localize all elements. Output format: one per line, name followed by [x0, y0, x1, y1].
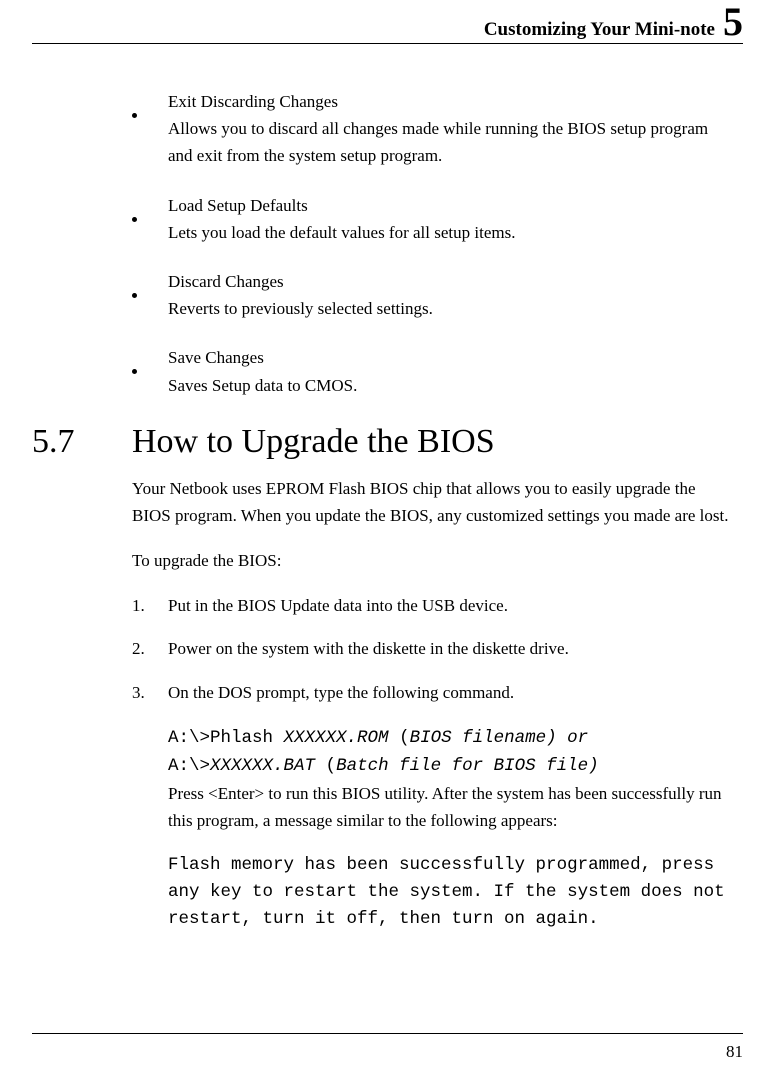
list-item: Exit Discarding Changes Allows you to di… [132, 88, 733, 170]
subheading: To upgrade the BIOS: [132, 547, 733, 574]
cmd-text: Batch file for BIOS file) [336, 756, 599, 776]
cmd-text: A:\> [168, 756, 210, 776]
list-item: Load Setup Defaults Lets you load the de… [132, 192, 733, 246]
bullet-icon [132, 217, 137, 222]
step-item: 2. Power on the system with the diskette… [132, 635, 733, 662]
command-block: A:\>Phlash XXXXXX.ROM (BIOS filename) or… [168, 724, 733, 934]
list-item: Discard Changes Reverts to previously se… [132, 268, 733, 322]
page-header: Customizing Your Mini-note 5 [32, 6, 743, 44]
item-title: Load Setup Defaults [168, 192, 733, 219]
after-command-text: Press <Enter> to run this BIOS utility. … [168, 780, 733, 834]
output-message: Flash memory has been successfully progr… [168, 852, 733, 933]
section-number: 5.7 [32, 423, 132, 461]
bullet-icon [132, 369, 137, 374]
intro-paragraph: Your Netbook uses EPROM Flash BIOS chip … [132, 475, 733, 529]
item-title: Discard Changes [168, 268, 733, 295]
chapter-number: 5 [723, 6, 743, 38]
step-number: 1. [132, 592, 168, 619]
step-number: 3. [132, 679, 168, 706]
item-desc: Saves Setup data to CMOS. [168, 372, 733, 399]
step-text: On the DOS prompt, type the following co… [168, 679, 733, 706]
item-desc: Allows you to discard all changes made w… [168, 115, 733, 169]
bullet-icon [132, 293, 137, 298]
cmd-text: BIOS filename) or [410, 728, 589, 748]
item-desc: Reverts to previously selected settings. [168, 295, 733, 322]
list-item: Save Changes Saves Setup data to CMOS. [132, 344, 733, 398]
cmd-text: XXXXXX.BAT [210, 756, 326, 776]
step-item: 1. Put in the BIOS Update data into the … [132, 592, 733, 619]
item-title: Exit Discarding Changes [168, 88, 733, 115]
footer-rule [32, 1033, 743, 1034]
step-item: 3. On the DOS prompt, type the following… [132, 679, 733, 706]
item-title: Save Changes [168, 344, 733, 371]
step-number: 2. [132, 635, 168, 662]
step-text: Power on the system with the diskette in… [168, 635, 733, 662]
cmd-text: ( [399, 728, 410, 748]
item-desc: Lets you load the default values for all… [168, 219, 733, 246]
step-text: Put in the BIOS Update data into the USB… [168, 592, 733, 619]
cmd-text: A:\>Phlash [168, 728, 284, 748]
cmd-text: XXXXXX.ROM [284, 728, 400, 748]
cmd-text: ( [326, 756, 337, 776]
section-title: How to Upgrade the BIOS [132, 423, 495, 461]
bullet-icon [132, 113, 137, 118]
page-number: 81 [726, 1042, 743, 1062]
header-title: Customizing Your Mini-note [484, 19, 715, 41]
